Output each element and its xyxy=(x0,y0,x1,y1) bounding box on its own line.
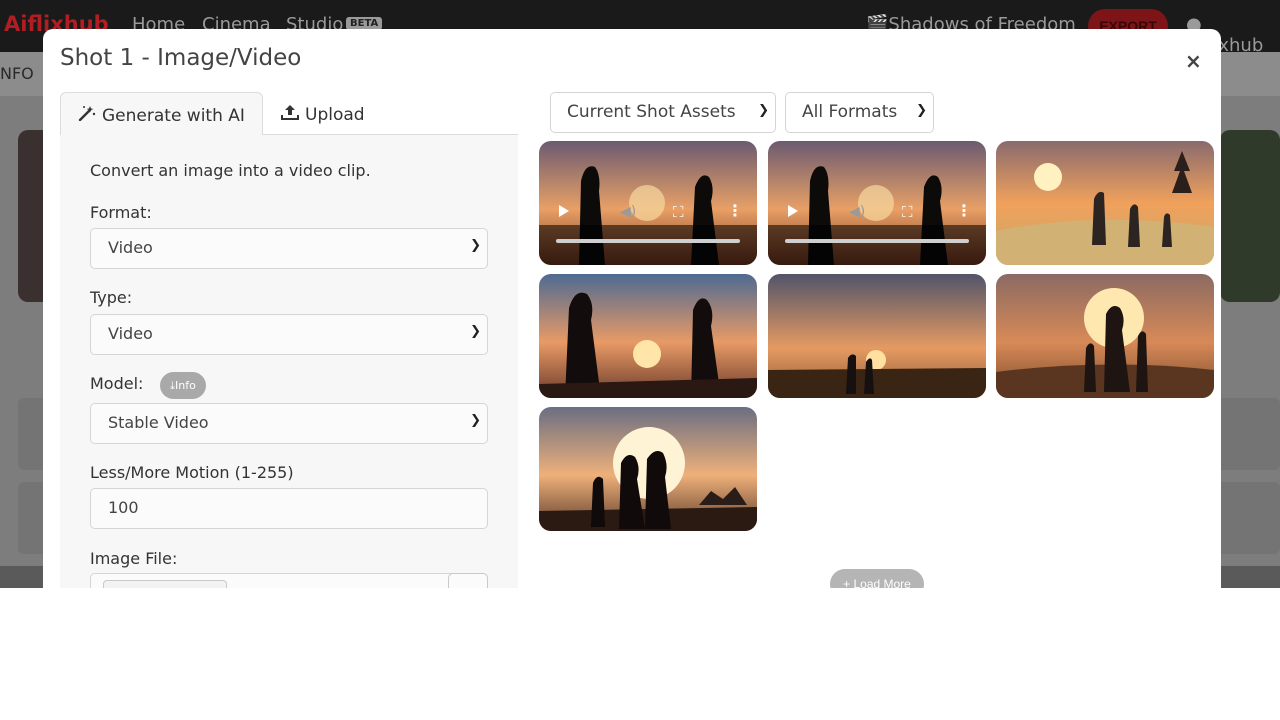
choose-file-button[interactable] xyxy=(103,580,227,588)
chevron-down-icon: ❯ xyxy=(470,413,481,428)
model-label: Model: xyxy=(90,374,144,393)
image-thumbnail xyxy=(768,274,986,398)
type-value: Video xyxy=(108,324,153,343)
chevron-down-icon: ❯ xyxy=(470,324,481,339)
tab-upload-label: Upload xyxy=(305,105,365,125)
asset-scope-select[interactable]: Current Shot Assets ❯ xyxy=(550,92,776,133)
asset-format-select[interactable]: All Formats ❯ xyxy=(785,92,934,133)
fullscreen-icon[interactable]: ⛶ xyxy=(673,203,684,221)
format-select[interactable]: Video ❯ xyxy=(90,228,488,269)
upload-icon xyxy=(281,104,301,125)
play-icon[interactable] xyxy=(559,205,569,217)
generate-form: Convert an image into a video clip. Form… xyxy=(60,135,518,588)
file-action-button[interactable] xyxy=(448,573,488,588)
form-description: Convert an image into a video clip. xyxy=(90,161,371,180)
type-select[interactable]: Video ❯ xyxy=(90,314,488,355)
model-info-label: Info xyxy=(175,379,196,392)
asset-image-2[interactable] xyxy=(539,274,757,398)
magic-wand-icon xyxy=(78,105,98,126)
video-progress[interactable] xyxy=(785,239,969,243)
plus-icon: + xyxy=(843,577,851,588)
motion-value: 100 xyxy=(108,498,139,517)
more-vertical-icon[interactable]: ⋮ xyxy=(727,201,743,220)
image-thumbnail xyxy=(996,274,1214,398)
model-select[interactable]: Stable Video ❯ xyxy=(90,403,488,444)
chevron-down-icon: ❯ xyxy=(470,238,481,253)
close-icon[interactable]: × xyxy=(1185,49,1202,73)
image-file-input[interactable] xyxy=(90,573,488,588)
video-progress[interactable] xyxy=(556,239,740,243)
asset-format-value: All Formats xyxy=(802,102,898,122)
load-more-button[interactable]: + Load More xyxy=(830,569,924,588)
tab-generate-ai[interactable]: Generate with AI xyxy=(60,92,263,136)
asset-image-4[interactable] xyxy=(996,274,1214,398)
motion-label: Less/More Motion (1-255) xyxy=(90,463,294,482)
fullscreen-icon[interactable]: ⛶ xyxy=(902,203,913,221)
motion-input[interactable]: 100 xyxy=(90,488,488,529)
volume-icon[interactable]: ◀) xyxy=(620,204,636,220)
asset-image-1[interactable] xyxy=(996,141,1214,265)
viewport: Aiflixhub Home Cinema Studio BETA 🎬Shado… xyxy=(0,0,1280,588)
video-thumbnail xyxy=(768,141,986,265)
model-value: Stable Video xyxy=(108,413,209,432)
video-thumbnail xyxy=(539,141,757,265)
asset-scope-value: Current Shot Assets xyxy=(567,102,736,122)
model-info-button[interactable]: ⤓Info xyxy=(160,372,206,399)
shot-modal: Shot 1 - Image/Video × Generate with AI … xyxy=(43,29,1221,588)
volume-icon[interactable]: ◀) xyxy=(849,204,865,220)
format-value: Video xyxy=(108,238,153,257)
chevron-down-icon: ❯ xyxy=(758,103,769,118)
play-icon[interactable] xyxy=(788,205,798,217)
bg-thumbnail-right xyxy=(1220,130,1280,302)
image-file-label: Image File: xyxy=(90,549,178,568)
subbar-label: NFO xyxy=(0,64,34,83)
image-thumbnail xyxy=(996,141,1214,265)
image-thumbnail xyxy=(539,274,757,398)
asset-image-5[interactable] xyxy=(539,407,757,531)
asset-image-3[interactable] xyxy=(768,274,986,398)
image-thumbnail xyxy=(539,407,757,531)
modal-title: Shot 1 - Image/Video xyxy=(60,45,302,71)
more-vertical-icon[interactable]: ⋮ xyxy=(956,201,972,220)
type-label: Type: xyxy=(90,288,133,307)
tab-generate-label: Generate with AI xyxy=(102,106,245,126)
asset-video-2[interactable]: ◀) ⛶ ⋮ xyxy=(768,141,986,265)
asset-video-1[interactable]: ◀) ⛶ ⋮ xyxy=(539,141,757,265)
chevron-down-icon: ❯ xyxy=(916,103,927,118)
load-more-label: Load More xyxy=(853,577,911,588)
format-label: Format: xyxy=(90,203,152,222)
tab-upload[interactable]: Upload xyxy=(264,92,382,136)
tab-bar: Generate with AI Upload xyxy=(60,92,518,136)
